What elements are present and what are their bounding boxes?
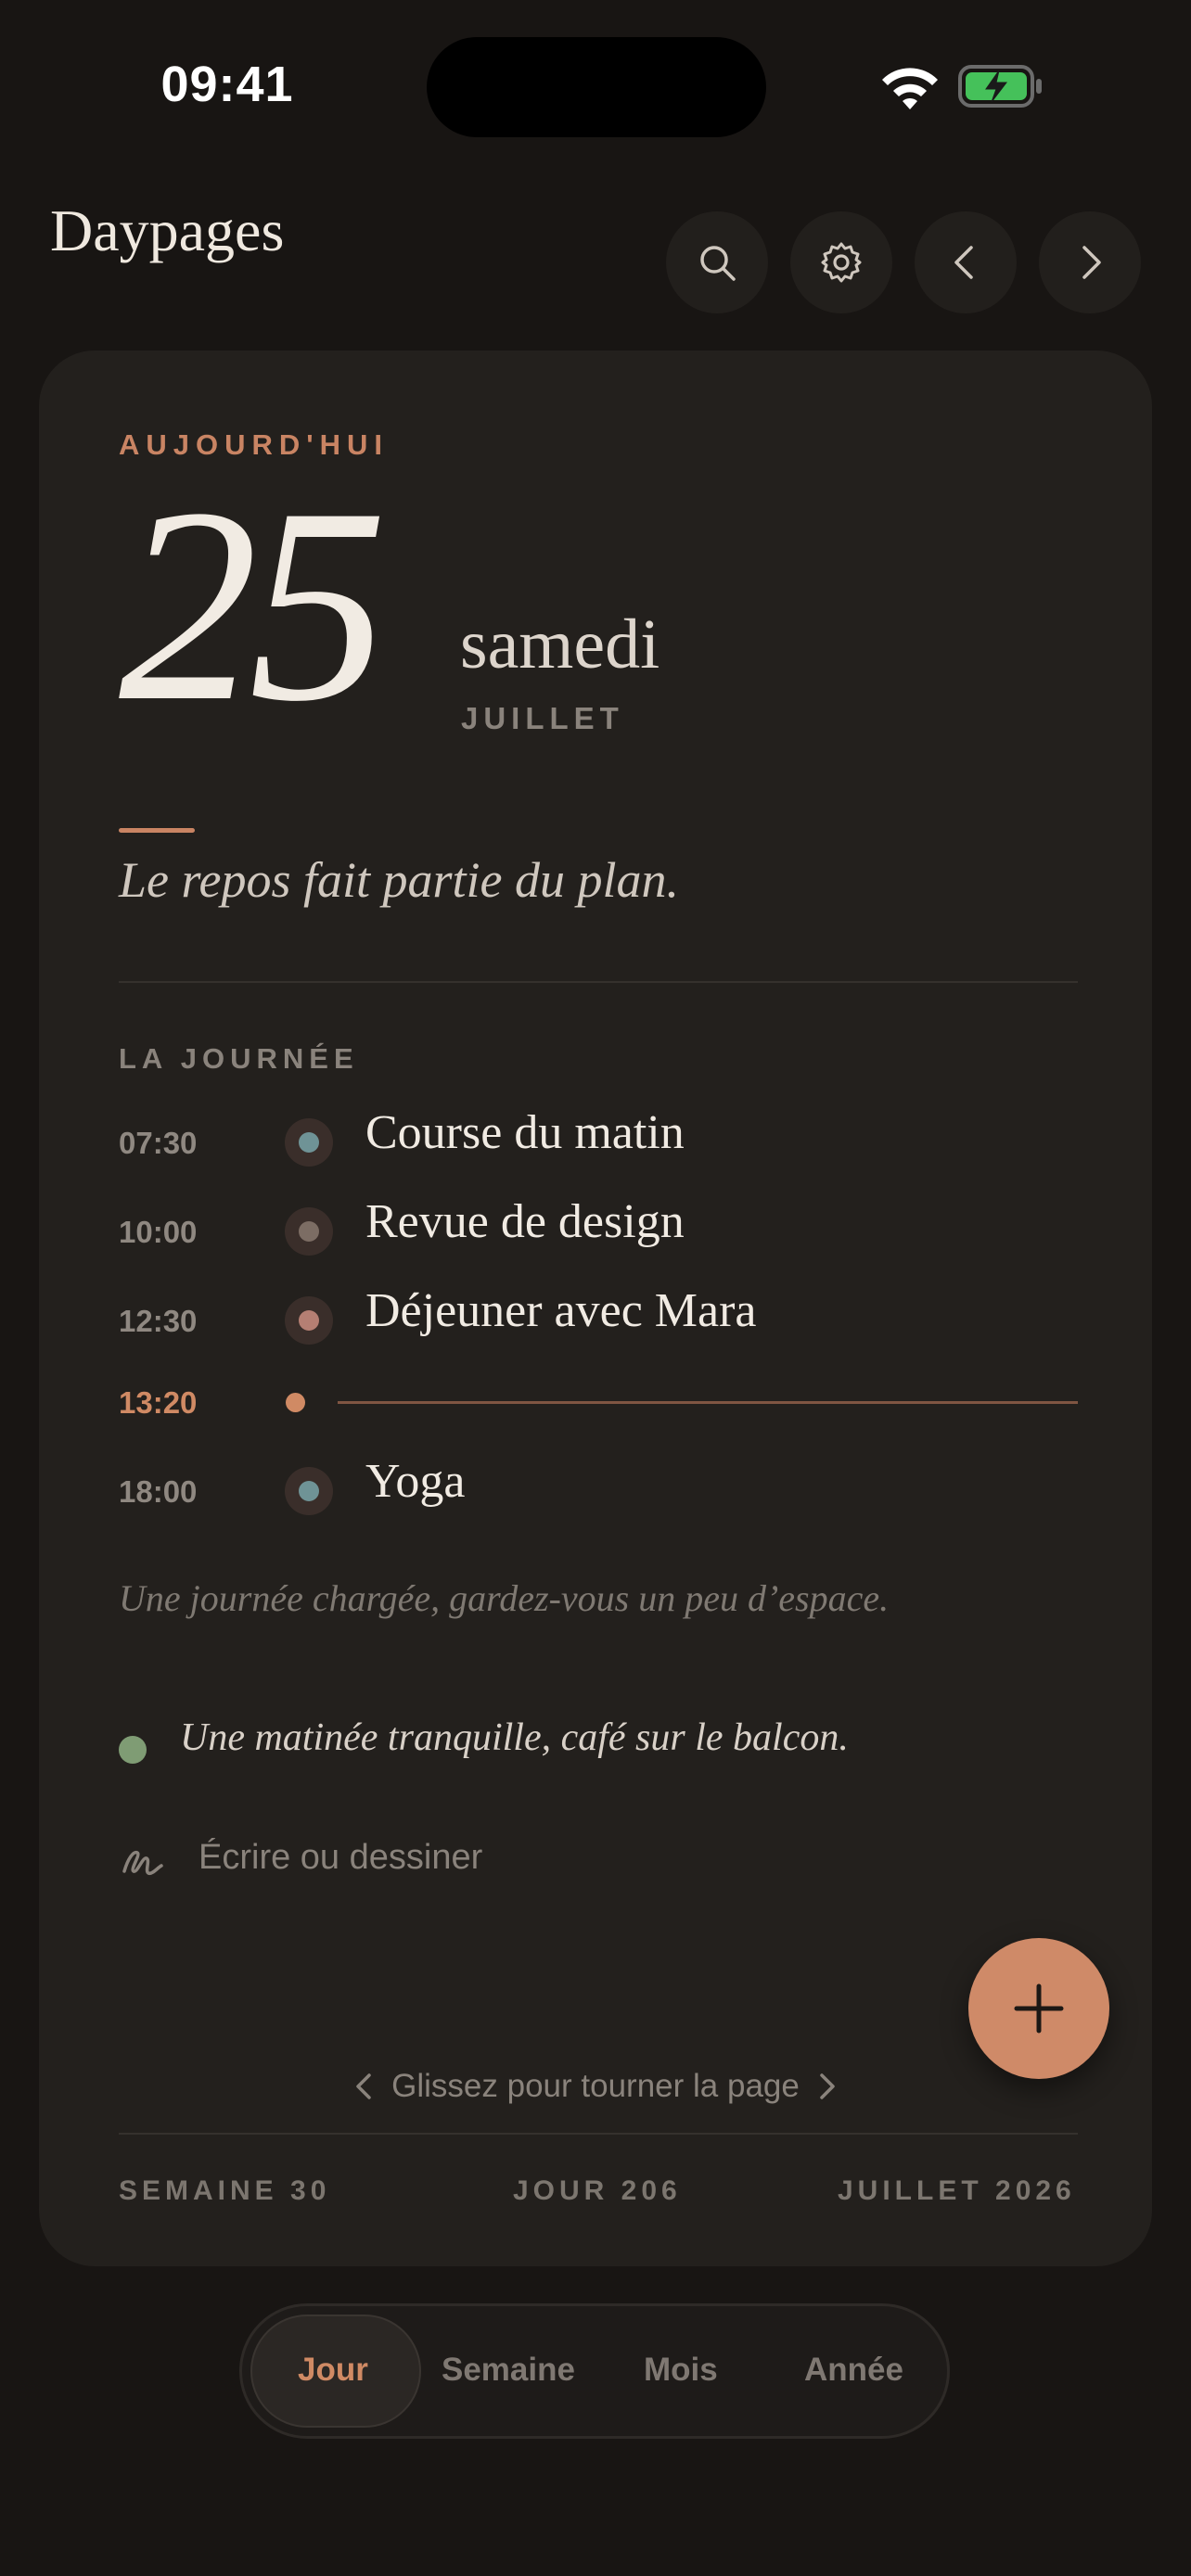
divider	[119, 981, 1078, 983]
plus-icon	[1014, 1983, 1064, 2034]
event-color-dot	[285, 1207, 333, 1256]
footer-month-year: JUILLET 2026	[838, 2175, 1076, 2206]
event-time: 10:00	[119, 1215, 198, 1249]
swipe-hint-text: Glissez pour tourner la page	[391, 2068, 800, 2104]
chevron-left-icon	[356, 2073, 371, 2099]
event-color-dot	[285, 1118, 333, 1167]
battery-charging-icon	[958, 65, 1042, 108]
event-color-dot	[285, 1296, 333, 1345]
note-text[interactable]: Une matinée tranquille, café sur le balc…	[180, 1715, 849, 1760]
previous-day-button[interactable]	[915, 211, 1017, 313]
schedule-hint: Une journée chargée, gardez-vous un peu …	[119, 1577, 890, 1619]
divider	[119, 2133, 1078, 2135]
month-label: JUILLET	[461, 701, 624, 735]
write-or-draw-input[interactable]: Écrire ou dessiner	[198, 1838, 482, 1878]
current-time-label: 13:20	[119, 1385, 198, 1420]
tab-jour[interactable]: Jour	[298, 2352, 368, 2389]
search-button[interactable]	[666, 211, 768, 313]
event-title[interactable]: Revue de design	[365, 1194, 685, 1249]
event-color-dot	[285, 1467, 333, 1515]
scribble-icon	[122, 1850, 163, 1876]
wifi-icon	[882, 68, 938, 109]
gear-icon	[821, 242, 862, 283]
app-title: Daypages	[50, 198, 285, 263]
event-time: 12:30	[119, 1304, 198, 1338]
event-time: 18:00	[119, 1474, 198, 1509]
chevron-left-icon	[954, 246, 973, 279]
next-day-button[interactable]	[1039, 211, 1141, 313]
chevron-right-icon	[820, 2073, 835, 2099]
day-number: 25	[119, 451, 388, 759]
accent-rule	[119, 828, 195, 833]
add-entry-button[interactable]	[968, 1938, 1109, 2079]
tab-semaine[interactable]: Semaine	[442, 2352, 575, 2389]
search-icon	[700, 246, 736, 281]
event-time: 07:30	[119, 1126, 198, 1160]
current-time-line	[338, 1401, 1078, 1404]
tab-annee[interactable]: Année	[804, 2352, 903, 2389]
settings-button[interactable]	[790, 211, 892, 313]
event-title[interactable]: Course du matin	[365, 1105, 685, 1160]
tab-mois[interactable]: Mois	[644, 2352, 718, 2389]
weekday-label: samedi	[460, 606, 660, 683]
swipe-hint: Glissez pour tourner la page	[0, 2068, 1191, 2105]
daily-quote: Le repos fait partie du plan.	[119, 852, 679, 908]
status-time: 09:41	[160, 57, 294, 112]
schedule-label: LA JOURNÉE	[119, 1042, 359, 1075]
event-title[interactable]: Déjeuner avec Mara	[365, 1283, 757, 1338]
note-dot	[119, 1736, 147, 1764]
footer-day: JOUR 206	[513, 2175, 682, 2206]
current-time-dot	[286, 1393, 305, 1412]
dynamic-island	[427, 37, 766, 137]
event-title[interactable]: Yoga	[365, 1454, 465, 1509]
chevron-right-icon	[1082, 246, 1101, 279]
footer-week: SEMAINE 30	[119, 2175, 331, 2206]
